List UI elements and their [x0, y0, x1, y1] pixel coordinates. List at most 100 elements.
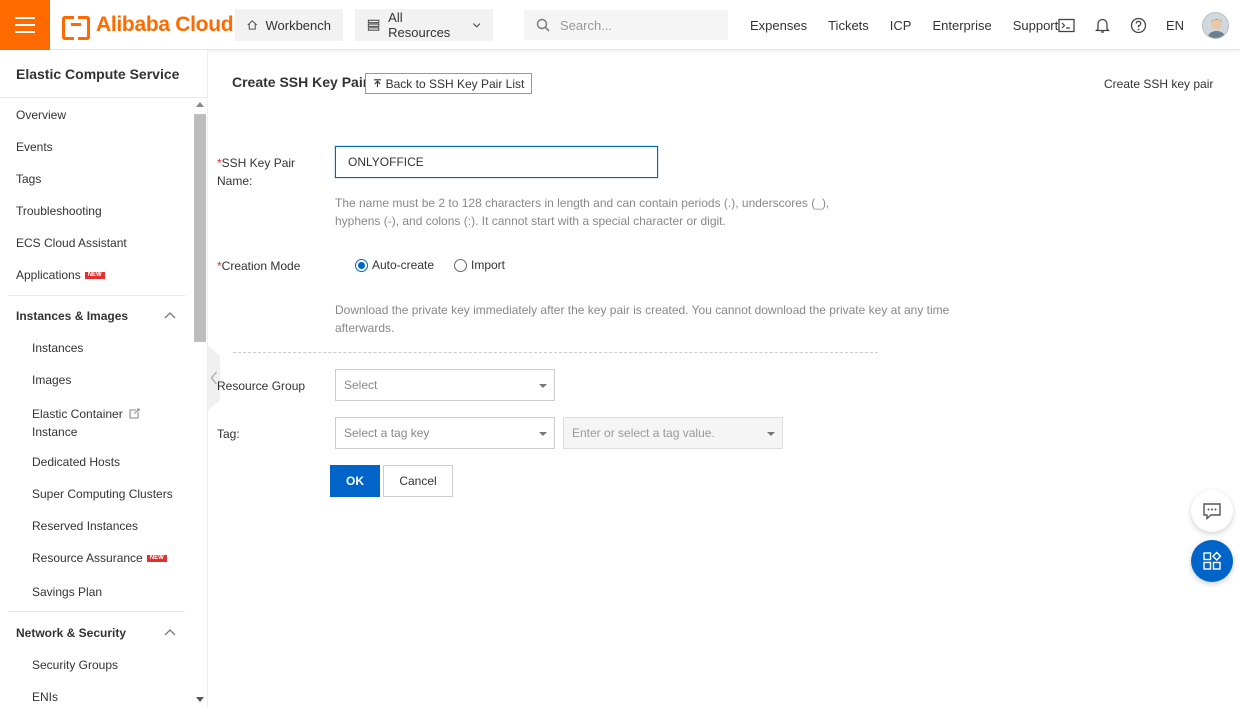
- scroll-down-arrow-icon[interactable]: [196, 697, 204, 702]
- top-navigation-bar: Alibaba Cloud Workbench All Resources Ex…: [0, 0, 1240, 50]
- hamburger-line: [15, 24, 35, 26]
- sidebar-item-security-groups[interactable]: Security Groups: [32, 658, 118, 672]
- help-icon[interactable]: [1128, 15, 1148, 35]
- global-search[interactable]: [524, 10, 728, 40]
- feedback-chat-button[interactable]: [1191, 490, 1233, 532]
- menu-hamburger-button[interactable]: [0, 0, 50, 50]
- label-text: SSH Key Pair: [221, 156, 296, 170]
- sidebar-item-tags[interactable]: Tags: [16, 172, 41, 186]
- tag-key-select[interactable]: Select a tag key: [335, 417, 555, 449]
- sidebar-item-label: Applications: [16, 268, 81, 282]
- sidebar-item-label: Instance: [32, 425, 78, 439]
- sidebar-item-label: Resource Assurance: [32, 551, 143, 565]
- alibaba-cloud-logo[interactable]: Alibaba Cloud: [62, 13, 234, 40]
- divider: [0, 97, 207, 98]
- sidebar-item-overview[interactable]: Overview: [16, 108, 66, 122]
- label-text: Name:: [217, 174, 253, 188]
- radio-label: Import: [471, 258, 506, 272]
- back-button-label: Back to SSH Key Pair List: [385, 76, 525, 91]
- back-arrow-icon: [373, 79, 381, 87]
- auto-create-radio[interactable]: Auto-create: [355, 258, 434, 272]
- resource-group-select[interactable]: Select: [335, 369, 555, 401]
- ok-button[interactable]: OK: [330, 465, 380, 497]
- divider: [8, 295, 185, 296]
- sidebar-item-super-computing-clusters[interactable]: Super Computing Clusters: [32, 487, 173, 501]
- sidebar: Elastic Compute Service Overview Events …: [0, 50, 208, 708]
- support-link[interactable]: Support: [1013, 18, 1059, 33]
- apps-grid-icon: [1203, 551, 1222, 570]
- select-placeholder: Select a tag key: [344, 426, 430, 440]
- radio-label: Auto-create: [372, 258, 435, 272]
- tag-value-select[interactable]: Enter or select a tag value.: [563, 417, 783, 449]
- expenses-link[interactable]: Expenses: [750, 18, 807, 33]
- caret-down-icon: [539, 432, 547, 436]
- key-pair-name-label: *SSH Key Pair Name:: [217, 154, 295, 190]
- avatar[interactable]: [1202, 12, 1229, 39]
- sidebar-item-troubleshooting[interactable]: Troubleshooting: [16, 204, 102, 218]
- sidebar-item-instances[interactable]: Instances: [32, 341, 83, 355]
- sidebar-item-dedicated-hosts[interactable]: Dedicated Hosts: [32, 455, 120, 469]
- sidebar-item-reserved-instances[interactable]: Reserved Instances: [32, 519, 138, 533]
- icp-link[interactable]: ICP: [890, 18, 912, 33]
- form-divider: [233, 352, 878, 353]
- chat-icon: [1203, 503, 1221, 520]
- sidebar-item-enis[interactable]: ENIs: [32, 690, 58, 704]
- sidebar-section-instances-images[interactable]: Instances & Images: [16, 309, 128, 323]
- hint-line: hyphens (-), and colons (:). It cannot s…: [335, 214, 726, 228]
- tag-label: Tag:: [217, 427, 240, 441]
- header-links: Expenses Tickets ICP Enterprise Support: [750, 0, 1079, 50]
- create-ssh-key-pair-doc-link[interactable]: Create SSH key pair: [1104, 77, 1213, 91]
- brand-name: Alibaba Cloud: [96, 13, 234, 36]
- key-pair-name-hint: The name must be 2 to 128 characters in …: [335, 194, 829, 230]
- sidebar-item-images[interactable]: Images: [32, 373, 71, 387]
- bell-icon[interactable]: [1092, 15, 1112, 35]
- external-link-icon: [129, 408, 140, 419]
- sidebar-item-label: Elastic Container: [32, 407, 123, 421]
- chevron-up-icon[interactable]: [164, 311, 176, 319]
- import-radio[interactable]: Import: [454, 258, 505, 272]
- scroll-up-arrow-icon[interactable]: [196, 102, 204, 107]
- radio-unchecked-icon: [454, 258, 467, 272]
- sidebar-title: Elastic Compute Service: [16, 66, 180, 82]
- list-icon: [367, 19, 380, 31]
- chevron-down-icon: [472, 23, 481, 28]
- all-resources-dropdown[interactable]: All Resources: [355, 9, 493, 41]
- sidebar-item-events[interactable]: Events: [16, 140, 53, 154]
- hint-line: afterwards.: [335, 321, 395, 335]
- page-title: Create SSH Key Pair: [232, 74, 369, 90]
- radio-checked-icon: [355, 258, 368, 272]
- new-badge: NEW: [84, 272, 105, 279]
- sidebar-section-network-security[interactable]: Network & Security: [16, 626, 126, 640]
- label-text: Creation Mode: [221, 259, 301, 273]
- sidebar-item-savings-plan[interactable]: Savings Plan: [32, 585, 102, 599]
- alibaba-cloud-logo-icon: [62, 16, 90, 40]
- quick-apps-button[interactable]: [1191, 540, 1233, 582]
- search-input[interactable]: [560, 17, 710, 33]
- hamburger-line: [15, 31, 35, 33]
- sidebar-item-applications[interactable]: Applications NEW: [16, 268, 105, 282]
- tickets-link[interactable]: Tickets: [828, 18, 869, 33]
- sidebar-scrollbar[interactable]: [194, 114, 206, 342]
- hamburger-line: [15, 17, 35, 19]
- cancel-button[interactable]: Cancel: [383, 465, 453, 497]
- language-switch[interactable]: EN: [1166, 18, 1184, 33]
- sidebar-item-elastic-container-instance[interactable]: Elastic Container Instance: [32, 405, 140, 441]
- chevron-up-icon[interactable]: [164, 628, 176, 636]
- creation-mode-hint: Download the private key immediately aft…: [335, 301, 949, 337]
- workbench-button[interactable]: Workbench: [235, 9, 343, 41]
- enterprise-link[interactable]: Enterprise: [932, 18, 991, 33]
- search-icon: [536, 18, 550, 32]
- select-placeholder: Select: [344, 378, 378, 392]
- key-pair-name-input[interactable]: [335, 146, 658, 178]
- sidebar-item-resource-assurance[interactable]: Resource Assurance NEW: [32, 551, 167, 565]
- all-resources-label: All Resources: [388, 10, 451, 40]
- select-placeholder: Enter or select a tag value.: [572, 426, 715, 440]
- divider: [8, 611, 185, 612]
- caret-down-icon: [767, 432, 775, 436]
- home-icon: [247, 20, 258, 30]
- sidebar-item-ecs-cloud-assistant[interactable]: ECS Cloud Assistant: [16, 236, 127, 250]
- hint-line: Download the private key immediately aft…: [335, 303, 950, 317]
- back-to-key-pair-list-button[interactable]: Back to SSH Key Pair List: [365, 73, 532, 94]
- cloud-shell-icon[interactable]: [1056, 15, 1076, 35]
- workbench-label: Workbench: [265, 17, 331, 33]
